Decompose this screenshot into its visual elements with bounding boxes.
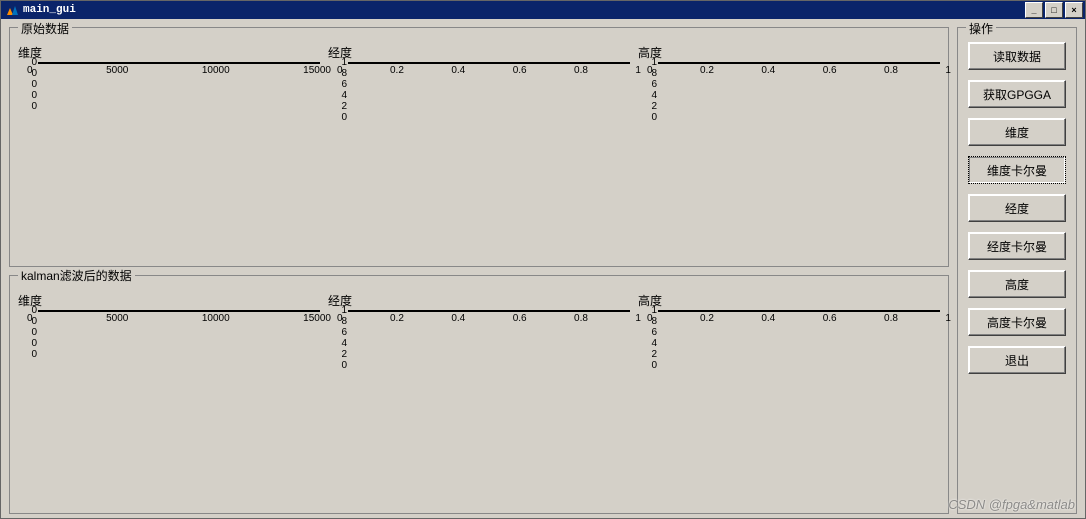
read-data-button[interactable]: 读取数据 [968,42,1066,70]
x-tick-labels: 050001000015000 [27,65,331,77]
plot-title: 维度 [18,294,320,308]
title-bar: main_gui _ □ × [1,1,1085,19]
plot-title: 经度 [328,46,630,60]
window-buttons: _ □ × [1023,2,1083,18]
client-area: 原始数据 维度 00000 [1,19,1085,518]
raw-alt-plot: 高度 186420 00.20.40.60.81 [638,46,940,260]
kalman-lat-plot: 维度 00000 050001000015000 [18,294,320,508]
axes[interactable]: 00000 050001000015000 [38,62,320,64]
raw-lat-plot: 维度 00000 050001000015000 [18,46,320,260]
raw-lon-plot: 经度 186420 00.20.40.60.81 [328,46,630,260]
plot-title: 高度 [638,294,940,308]
plots-column: 原始数据 维度 00000 [9,27,949,514]
axes[interactable]: 186420 00.20.40.60.81 [658,62,940,64]
close-button[interactable]: × [1065,2,1083,18]
axes[interactable]: 186420 00.20.40.60.81 [658,310,940,312]
x-tick-labels: 050001000015000 [27,313,331,325]
window-title: main_gui [23,4,1023,16]
kalman-data-panel: kalman滤波后的数据 维度 00000 [9,275,949,515]
x-tick-labels: 00.20.40.60.81 [337,313,641,325]
matlab-icon [4,2,20,18]
app-window: main_gui _ □ × 原始数据 维度 [0,0,1086,519]
exit-button[interactable]: 退出 [968,346,1066,374]
plot-title: 经度 [328,294,630,308]
get-gpgga-button[interactable]: 获取GPGGA [968,80,1066,108]
latitude-button[interactable]: 维度 [968,118,1066,146]
plot-title: 维度 [18,46,320,60]
x-tick-labels: 00.20.40.60.81 [337,65,641,77]
latitude-kalman-button[interactable]: 维度卡尔曼 [968,156,1066,184]
watermark-text: CSDN @fpga&matlab [948,497,1075,512]
x-tick-labels: 00.20.40.60.81 [647,313,951,325]
ops-panel: 操作 读取数据 获取GPGGA 维度 维度卡尔曼 经度 经度卡尔曼 高度 高度卡… [957,27,1077,514]
axes[interactable]: 186420 00.20.40.60.81 [348,62,630,64]
plot-title: 高度 [638,46,940,60]
kalman-alt-plot: 高度 186420 00.20.40.60.81 [638,294,940,508]
axes[interactable]: 00000 050001000015000 [38,310,320,312]
kalman-panel-title: kalman滤波后的数据 [18,268,135,284]
longitude-kalman-button[interactable]: 经度卡尔曼 [968,232,1066,260]
ops-panel-title: 操作 [966,20,996,36]
raw-data-panel: 原始数据 维度 00000 [9,27,949,267]
axes[interactable]: 186420 00.20.40.60.81 [348,310,630,312]
minimize-button[interactable]: _ [1025,2,1043,18]
x-tick-labels: 00.20.40.60.81 [647,65,951,77]
altitude-kalman-button[interactable]: 高度卡尔曼 [968,308,1066,336]
maximize-button[interactable]: □ [1045,2,1063,18]
longitude-button[interactable]: 经度 [968,194,1066,222]
altitude-button[interactable]: 高度 [968,270,1066,298]
raw-panel-title: 原始数据 [18,20,72,36]
kalman-lon-plot: 经度 186420 00.20.40.60.81 [328,294,630,508]
